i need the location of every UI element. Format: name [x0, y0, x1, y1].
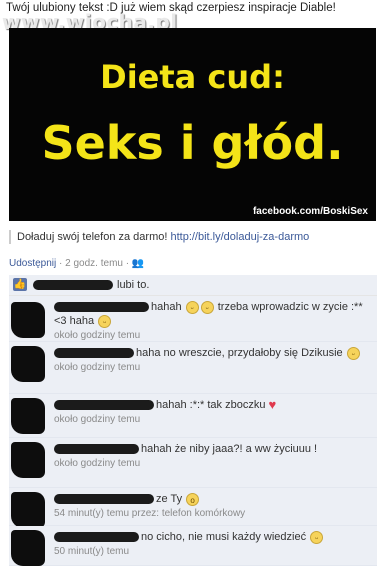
tongue-emoji-icon: ᵕ	[310, 530, 324, 544]
blurred-name[interactable]	[54, 494, 154, 505]
like-thumb-icon: 👍	[13, 278, 27, 291]
smile-emoji-icon: ᵕ	[98, 314, 112, 328]
comment: haha no wreszcie, przydałoby się Dzikusi…	[9, 342, 377, 394]
promo-label: Doładuj swój telefon za darmo!	[17, 231, 171, 243]
promo-link[interactable]: http://bit.ly/doladuj-za-darmo	[170, 231, 309, 243]
share-link[interactable]: Udostępnij	[9, 258, 56, 269]
smile-emoji-icon: ᵕ	[185, 300, 199, 314]
comment: hahah że niby jaaa?! a ww życiuuu ! okoł…	[9, 438, 377, 488]
heart-icon: ♥	[268, 397, 277, 413]
comment-time[interactable]: 54 minut(y) temu przez: telefon komórkow…	[54, 508, 373, 519]
poster-title: Dieta cud:	[100, 58, 285, 96]
post-meta: Udostępnij · 2 godz. temu · 👥	[9, 258, 144, 269]
poster-subtitle: Seks i głód.	[41, 116, 344, 170]
promo-text: Doładuj swój telefon za darmo! http://bi…	[9, 230, 386, 244]
surprised-emoji-icon: o	[186, 492, 200, 506]
comment-text: hahah :*:* tak zboczku ♥	[54, 398, 373, 412]
likes-bar: 👍 lubi to.	[9, 275, 377, 296]
avatar[interactable]	[11, 346, 45, 382]
comment-time[interactable]: około godziny temu	[54, 458, 373, 469]
likes-text: lubi to.	[117, 279, 150, 291]
comment: hahah ᵕᵕ trzeba wprowadzic w zycie :**<3…	[9, 296, 377, 342]
comment: ze Ty o 54 minut(y) temu przez: telefon …	[9, 488, 377, 528]
poster-credit: facebook.com/BoskiSex	[252, 206, 368, 217]
comment-time[interactable]: około godziny temu	[54, 330, 373, 341]
comment-text: ze Ty o	[54, 492, 373, 506]
comment: no cicho, nie musi każdy wiedzieć ᵕ 50 m…	[9, 526, 377, 566]
comment-time[interactable]: około godziny temu	[54, 362, 373, 373]
post-time: · 2 godz. temu ·	[56, 258, 132, 269]
comments-list: hahah ᵕᵕ trzeba wprowadzic w zycie :**<3…	[9, 296, 377, 566]
smile-emoji-icon: ᵕ	[346, 346, 360, 360]
comment-time[interactable]: około godziny temu	[54, 414, 373, 425]
smile-emoji-icon: ᵕ	[200, 300, 214, 314]
post-image[interactable]: Dieta cud: Seks i głód. facebook.com/Bos…	[9, 28, 376, 221]
comment-time[interactable]: 50 minut(y) temu	[54, 546, 373, 557]
blurred-name[interactable]	[54, 348, 134, 359]
comment: hahah :*:* tak zboczku ♥ około godziny t…	[9, 394, 377, 438]
blurred-name[interactable]	[54, 302, 149, 313]
audience-icon: 👥	[131, 258, 145, 269]
comment-text: hahah że niby jaaa?! a ww życiuuu !	[54, 442, 373, 456]
blurred-name	[33, 280, 113, 290]
avatar[interactable]	[11, 398, 45, 434]
blurred-name[interactable]	[54, 444, 139, 455]
comment-text: no cicho, nie musi każdy wiedzieć ᵕ	[54, 530, 373, 544]
avatar[interactable]	[11, 302, 45, 338]
comment-text: hahah ᵕᵕ trzeba wprowadzic w zycie :**<3…	[54, 300, 363, 328]
blurred-name[interactable]	[54, 400, 154, 411]
avatar[interactable]	[11, 530, 45, 566]
blurred-name[interactable]	[54, 532, 139, 543]
avatar[interactable]	[11, 442, 45, 478]
avatar[interactable]	[11, 492, 45, 528]
comment-text: haha no wreszcie, przydałoby się Dzikusi…	[54, 346, 373, 360]
